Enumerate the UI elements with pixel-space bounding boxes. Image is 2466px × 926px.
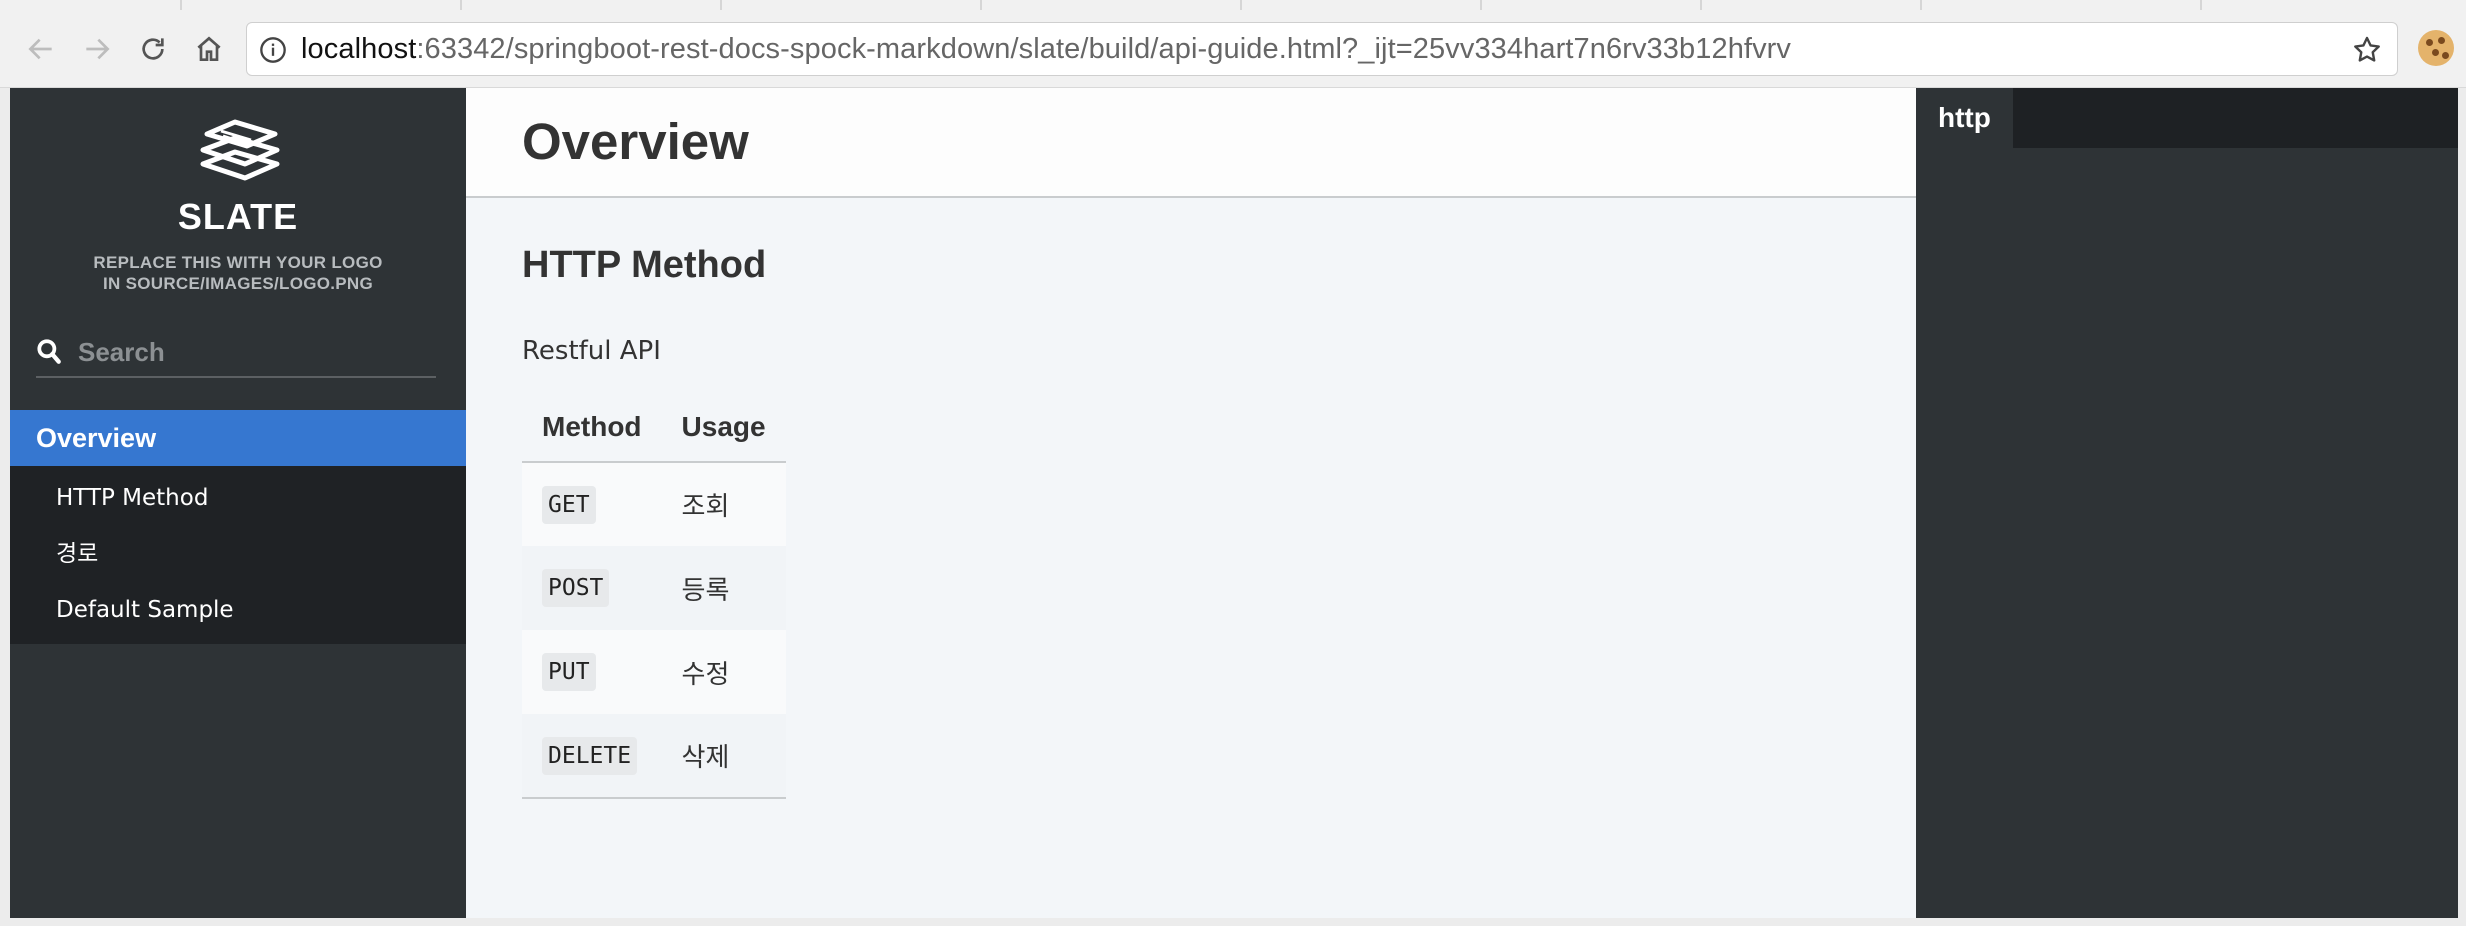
toc-item-http-method[interactable]: HTTP Method: [10, 470, 466, 526]
info-icon[interactable]: [259, 36, 287, 64]
usage-cell: 등록: [661, 546, 786, 630]
method-cell: DELETE: [522, 714, 662, 799]
method-code: GET: [542, 485, 596, 524]
method-cell: PUT: [522, 630, 662, 714]
table-row: DELETE 삭제: [522, 714, 786, 799]
column-header-method: Method: [522, 392, 662, 463]
logo: SLATE REPLACE THIS WITH YOUR LOGO IN SOU…: [10, 114, 466, 294]
url-text[interactable]: localhost:63342/springboot-rest-docs-spo…: [301, 33, 1791, 66]
code-panel: http: [1916, 88, 2458, 918]
method-code: DELETE: [542, 736, 638, 775]
usage-cell: 삭제: [661, 714, 786, 799]
main-content: Overview HTTP Method Restful API Method …: [466, 88, 1916, 918]
toc-item-route[interactable]: 경로: [10, 526, 466, 582]
star-icon[interactable]: [2351, 34, 2383, 66]
url-host: localhost: [301, 33, 417, 65]
reload-icon[interactable]: [130, 26, 176, 72]
section-title: HTTP Method: [522, 244, 767, 286]
method-code: POST: [542, 569, 610, 607]
table-of-contents: Overview HTTP Method 경로 Default Sample: [10, 410, 466, 644]
home-icon[interactable]: [186, 26, 232, 72]
language-selector: http: [1916, 88, 2458, 148]
usage-cell: 조회: [661, 462, 786, 546]
column-header-usage: Usage: [661, 392, 786, 463]
browser-toolbar: localhost:63342/springboot-rest-docs-spo…: [0, 0, 2466, 88]
section-paragraph: Restful API: [522, 336, 661, 366]
tab-strip: [0, 0, 2466, 10]
method-code: PUT: [542, 653, 596, 691]
search-input[interactable]: [76, 332, 416, 372]
table-row: GET 조회: [522, 462, 786, 546]
search-icon: [37, 339, 61, 364]
method-cell: POST: [522, 546, 662, 630]
table-header-row: Method Usage: [522, 392, 786, 463]
search-box[interactable]: [36, 330, 436, 378]
cookie-icon[interactable]: [2418, 30, 2454, 66]
toc-item-overview[interactable]: Overview: [10, 410, 466, 466]
method-cell: GET: [522, 462, 662, 546]
window-edge-bottom: [10, 918, 2458, 926]
logo-subtitle-line1: REPLACE THIS WITH YOUR LOGO: [93, 253, 383, 272]
sidebar: SLATE REPLACE THIS WITH YOUR LOGO IN SOU…: [10, 88, 466, 918]
page-header: Overview: [466, 88, 1916, 198]
address-bar[interactable]: localhost:63342/springboot-rest-docs-spo…: [246, 22, 2398, 76]
toc-item-default-sample[interactable]: Default Sample: [10, 582, 466, 638]
logo-title: SLATE: [177, 196, 299, 237]
table-row: PUT 수정: [522, 630, 786, 714]
forward-arrow-icon[interactable]: [74, 26, 120, 72]
usage-cell: 수정: [661, 630, 786, 714]
books-logo-icon: [200, 119, 280, 181]
lang-tab-http[interactable]: http: [1916, 88, 2013, 148]
back-arrow-icon[interactable]: [18, 26, 64, 72]
http-method-table: Method Usage GET 조회 POST 등록 PUT 수정 DELET…: [522, 392, 786, 799]
table-row: POST 등록: [522, 546, 786, 630]
window-edge-left: [0, 88, 10, 926]
url-path: :63342/springboot-rest-docs-spock-markdo…: [416, 33, 1792, 65]
page-title: Overview: [522, 113, 749, 170]
window-edge-right: [2458, 88, 2466, 926]
toc-subitems: HTTP Method 경로 Default Sample: [10, 466, 466, 644]
logo-subtitle-line2: IN SOURCE/IMAGES/LOGO.PNG: [102, 274, 374, 293]
